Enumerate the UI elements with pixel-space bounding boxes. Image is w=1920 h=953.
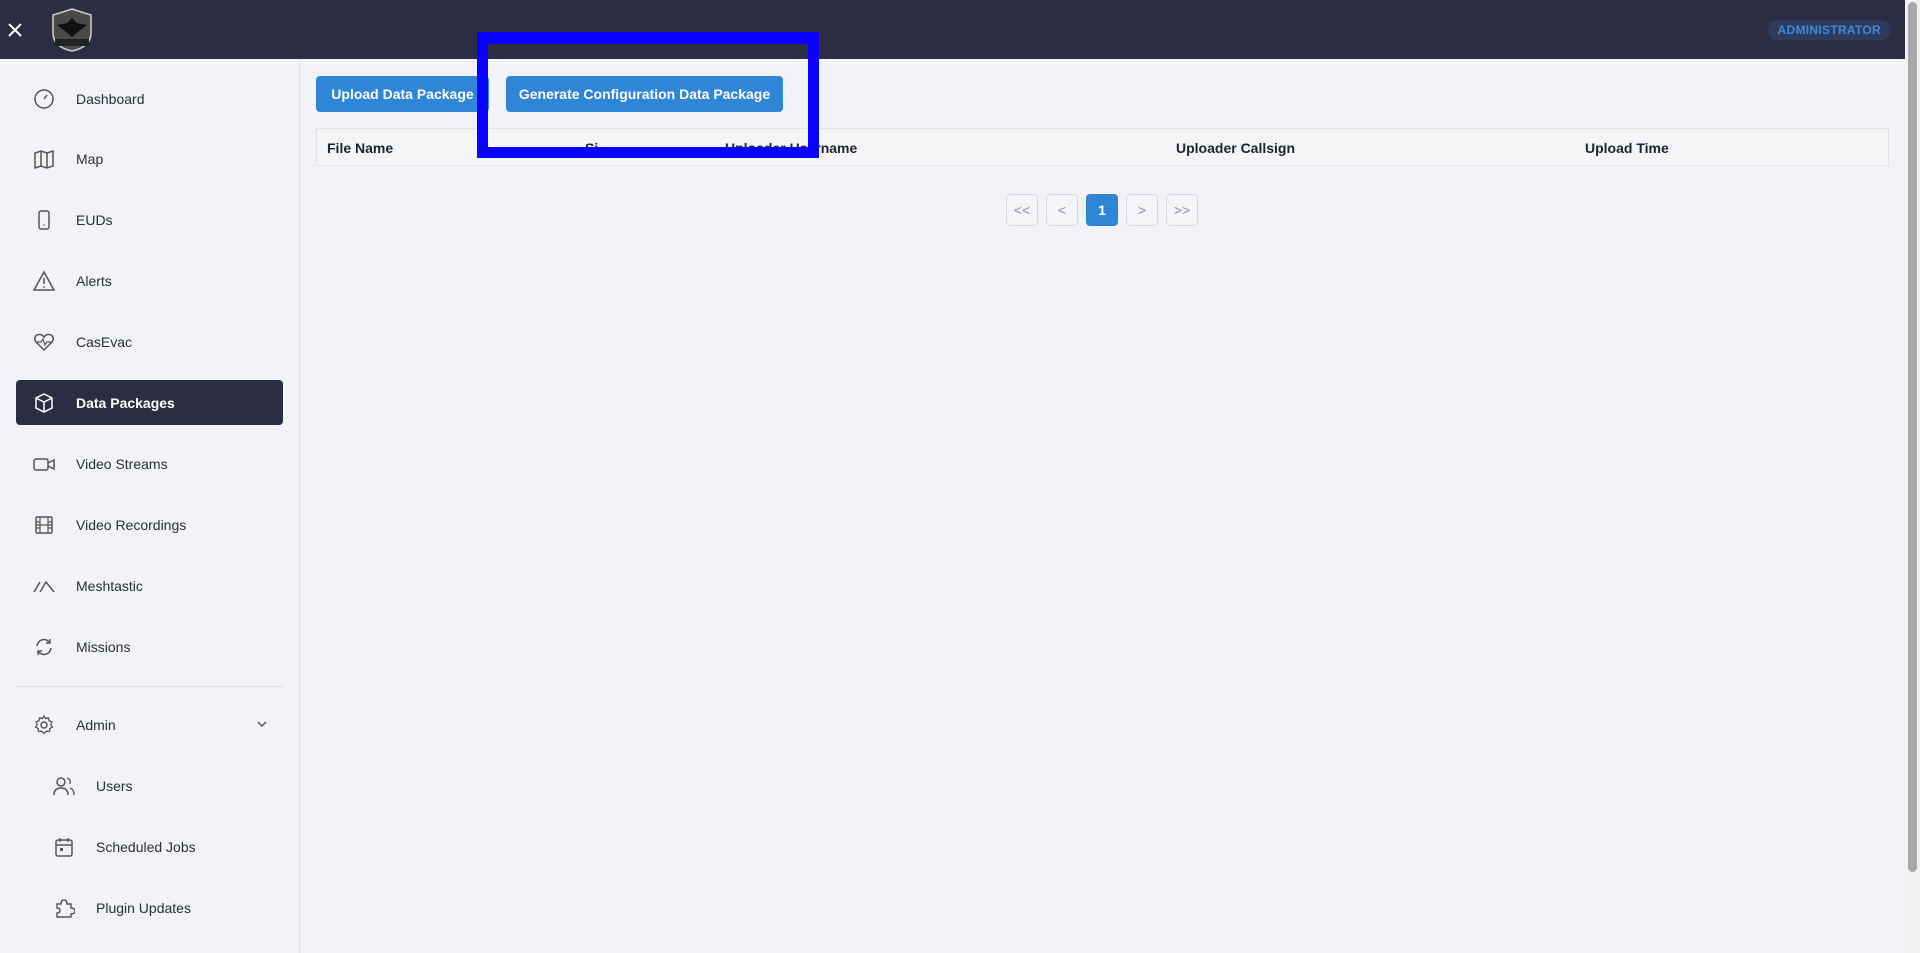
gear-icon <box>20 714 68 736</box>
sidebar-item-data-packages[interactable]: Data Packages <box>16 380 283 425</box>
sidebar-item-label: EUDs <box>76 211 113 228</box>
sidebar-item-users[interactable]: Users <box>16 763 283 808</box>
sidebar-item-label: Missions <box>76 638 131 655</box>
sidebar-item-euds[interactable]: EUDs <box>16 197 283 242</box>
mesh-icon <box>20 575 68 597</box>
pagination: << < 1 > >> <box>1006 194 1198 226</box>
next-page-button[interactable]: > <box>1126 194 1158 226</box>
sidebar-item-map[interactable]: Map <box>16 136 283 181</box>
close-sidebar-button[interactable] <box>0 15 30 45</box>
sidebar-item-label: Data Packages <box>76 394 175 411</box>
puzzle-icon <box>40 897 88 919</box>
column-header-size[interactable]: Si <box>585 140 598 156</box>
prev-page-button[interactable]: < <box>1046 194 1078 226</box>
page-scrollbar[interactable] <box>1905 0 1920 953</box>
page-button-current[interactable]: 1 <box>1086 194 1118 226</box>
sidebar-item-label: Dashboard <box>76 90 145 107</box>
map-icon <box>20 148 68 170</box>
generate-configuration-data-package-button[interactable]: Generate Configuration Data Package <box>506 76 783 112</box>
video-icon <box>20 453 68 475</box>
sidebar-item-label: Alerts <box>76 272 112 289</box>
sidebar-divider <box>16 686 283 687</box>
close-icon <box>8 22 22 37</box>
last-page-button[interactable]: >> <box>1166 194 1198 226</box>
sidebar-item-label: Plugin Updates <box>96 899 191 916</box>
sidebar-item-admin[interactable]: Admin <box>16 702 283 747</box>
refresh-icon <box>20 636 68 658</box>
sidebar-item-video-streams[interactable]: Video Streams <box>16 441 283 486</box>
sidebar: Dashboard Map EUDs Alerts CasEvac Data P… <box>0 59 300 953</box>
sidebar-item-dashboard[interactable]: Dashboard <box>16 76 283 121</box>
sidebar-item-label: Map <box>76 150 104 167</box>
sidebar-item-missions[interactable]: Missions <box>16 624 283 669</box>
data-packages-table-header: File Name Si Uploader Username Uploader … <box>316 128 1889 166</box>
sidebar-item-label: Users <box>96 777 133 794</box>
sidebar-item-meshtastic[interactable]: Meshtastic <box>16 563 283 608</box>
first-page-button[interactable]: << <box>1006 194 1038 226</box>
sidebar-item-video-recordings[interactable]: Video Recordings <box>16 502 283 547</box>
logo-icon <box>52 7 92 52</box>
sidebar-item-label: Admin <box>76 716 116 733</box>
sidebar-item-label: Video Recordings <box>76 516 187 533</box>
sidebar-item-label: CasEvac <box>76 333 133 350</box>
app-logo[interactable] <box>46 6 98 54</box>
phone-icon <box>20 209 68 231</box>
sidebar-item-label: Video Streams <box>76 455 168 472</box>
top-bar: ADMINISTRATOR <box>0 0 1905 59</box>
sidebar-item-label: Scheduled Jobs <box>96 838 196 855</box>
package-icon <box>20 392 68 414</box>
sidebar-item-plugin-updates[interactable]: Plugin Updates <box>16 885 283 930</box>
calendar-icon <box>40 836 88 858</box>
alert-icon <box>20 269 68 292</box>
film-icon <box>20 514 68 536</box>
users-icon <box>40 775 88 797</box>
column-header-uploader-username[interactable]: Uploader Username <box>725 140 857 156</box>
upload-data-package-button[interactable]: Upload Data Package <box>316 76 489 112</box>
sidebar-item-casevac[interactable]: CasEvac <box>16 319 283 364</box>
scrollbar-thumb[interactable] <box>1908 2 1917 872</box>
role-badge: ADMINISTRATOR <box>1767 20 1891 40</box>
column-header-file-name[interactable]: File Name <box>327 140 393 156</box>
gauge-icon <box>20 88 68 110</box>
column-header-uploader-callsign[interactable]: Uploader Callsign <box>1176 140 1295 156</box>
sidebar-item-label: Meshtastic <box>76 577 143 594</box>
chevron-down-icon <box>255 717 269 734</box>
heart-pulse-icon <box>20 331 68 353</box>
sidebar-item-scheduled-jobs[interactable]: Scheduled Jobs <box>16 824 283 869</box>
sidebar-item-alerts[interactable]: Alerts <box>16 258 283 303</box>
column-header-upload-time[interactable]: Upload Time <box>1585 140 1669 156</box>
